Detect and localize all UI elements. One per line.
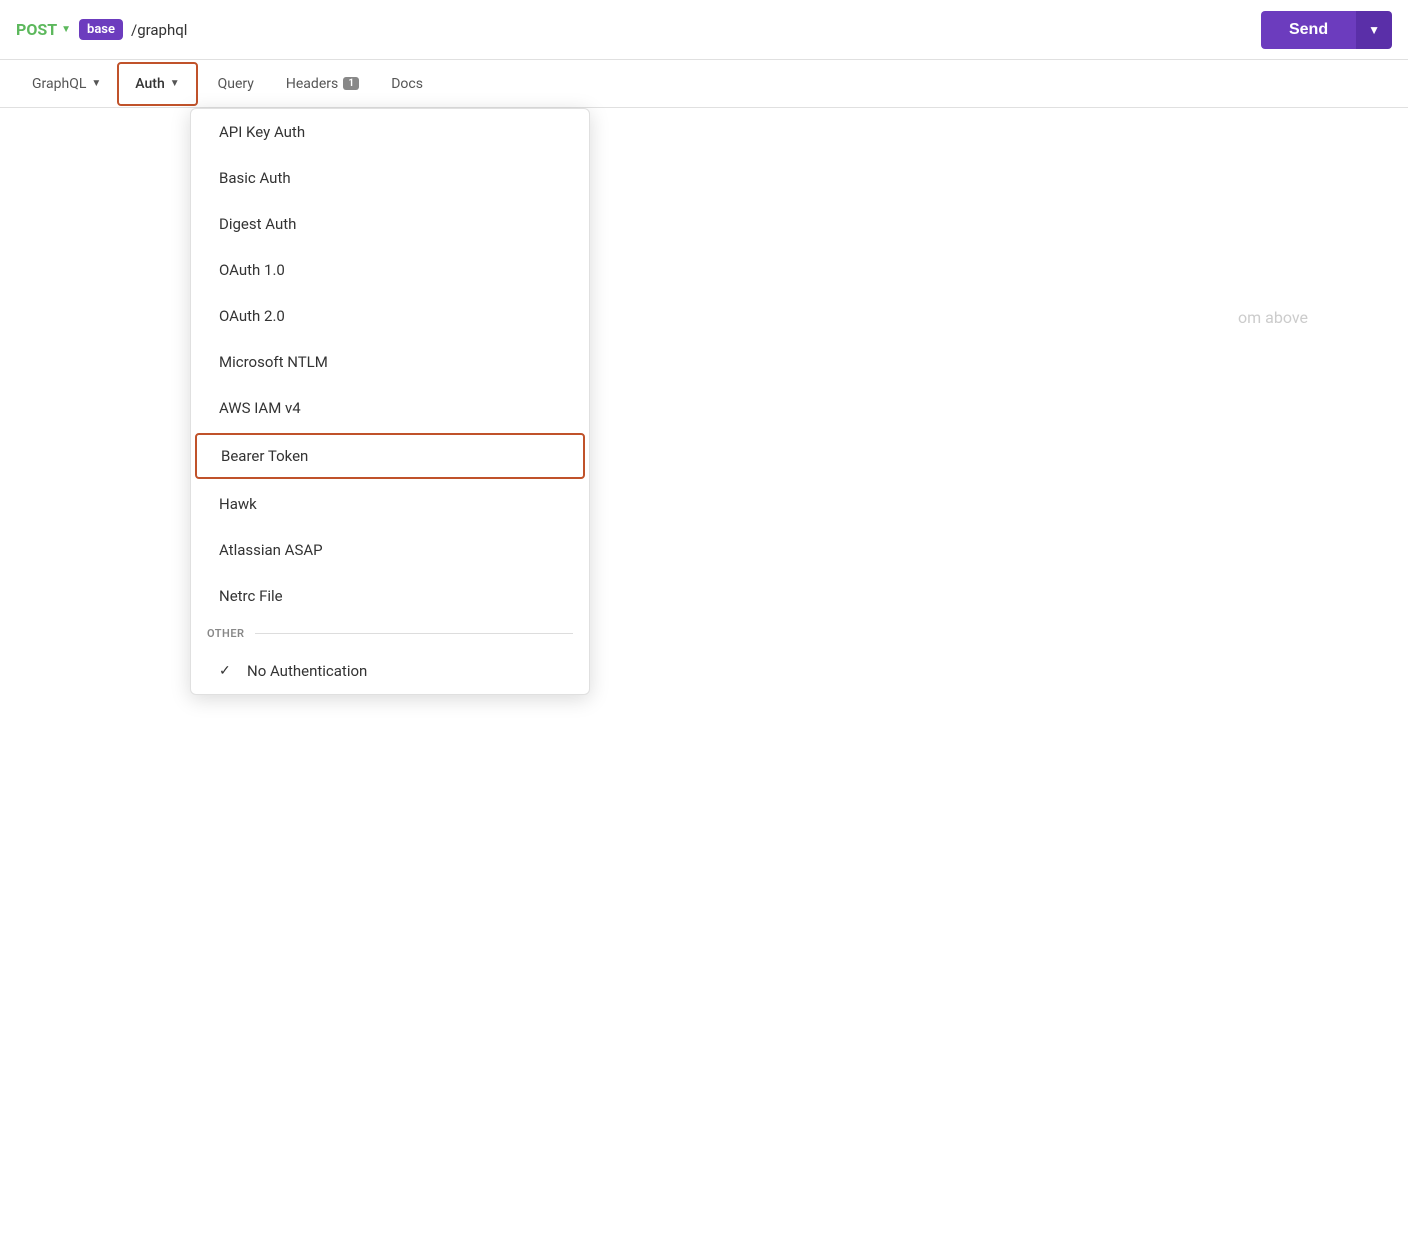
tab-headers-label: Headers [286,76,338,92]
method-selector[interactable]: POST ▼ [16,20,71,39]
other-label: OTHER [207,627,245,640]
api-key-label: API Key Auth [219,123,305,141]
tab-docs-label: Docs [391,76,423,92]
tab-graphql[interactable]: GraphQL ▼ [16,64,117,104]
dropdown-item-digest-auth[interactable]: Digest Auth [191,201,589,247]
method-chevron: ▼ [61,24,71,35]
tab-auth[interactable]: Auth ▼ [117,62,197,106]
netrc-file-label: Netrc File [219,587,283,605]
microsoft-ntlm-label: Microsoft NTLM [219,353,328,371]
dropdown-item-aws-iam[interactable]: AWS IAM v4 [191,385,589,431]
tab-bar: GraphQL ▼ Auth ▼ Query Headers 1 Docs [0,60,1408,108]
oauth2-label: OAuth 2.0 [219,307,285,325]
dropdown-item-oauth2[interactable]: OAuth 2.0 [191,293,589,339]
base-environment-badge[interactable]: base [79,19,123,40]
send-button-group: Send ▼ [1261,11,1392,49]
no-auth-label: No Authentication [247,662,367,680]
background-hint-text: om above [1238,308,1308,327]
dropdown-item-hawk[interactable]: Hawk [191,481,589,527]
other-section-divider: OTHER [191,619,589,648]
send-button[interactable]: Send [1261,11,1356,49]
dropdown-item-api-key[interactable]: API Key Auth [191,109,589,155]
headers-badge: 1 [343,77,359,90]
method-label: POST [16,20,57,39]
dropdown-item-oauth1[interactable]: OAuth 1.0 [191,247,589,293]
send-dropdown-button[interactable]: ▼ [1356,11,1392,49]
tab-docs[interactable]: Docs [375,64,439,104]
digest-auth-label: Digest Auth [219,215,296,233]
tab-query-label: Query [218,76,254,92]
basic-auth-label: Basic Auth [219,169,291,187]
dropdown-item-bearer-token[interactable]: Bearer Token [195,433,585,479]
dropdown-item-basic-auth[interactable]: Basic Auth [191,155,589,201]
dropdown-item-no-authentication[interactable]: ✓ No Authentication [191,648,589,694]
aws-iam-label: AWS IAM v4 [219,399,301,417]
bearer-token-label: Bearer Token [221,447,308,465]
main-content: om above API Key Auth Basic Auth Digest … [0,108,1408,1242]
url-bar: POST ▼ base /graphql Send ▼ [0,0,1408,60]
no-auth-checkmark: ✓ [219,663,237,679]
send-chevron-icon: ▼ [1368,23,1380,37]
tab-query[interactable]: Query [202,64,270,104]
dropdown-item-atlassian-asap[interactable]: Atlassian ASAP [191,527,589,573]
auth-dropdown: API Key Auth Basic Auth Digest Auth OAut… [190,108,590,695]
oauth1-label: OAuth 1.0 [219,261,285,279]
hawk-label: Hawk [219,495,257,513]
divider-line [255,633,573,634]
tab-auth-chevron: ▼ [170,78,180,89]
atlassian-asap-label: Atlassian ASAP [219,541,323,559]
url-input[interactable]: /graphql [131,21,1253,39]
tab-graphql-chevron: ▼ [91,78,101,89]
tab-graphql-label: GraphQL [32,76,86,92]
tab-headers[interactable]: Headers 1 [270,64,375,104]
dropdown-item-microsoft-ntlm[interactable]: Microsoft NTLM [191,339,589,385]
dropdown-item-netrc-file[interactable]: Netrc File [191,573,589,619]
tab-auth-label: Auth [135,76,164,92]
